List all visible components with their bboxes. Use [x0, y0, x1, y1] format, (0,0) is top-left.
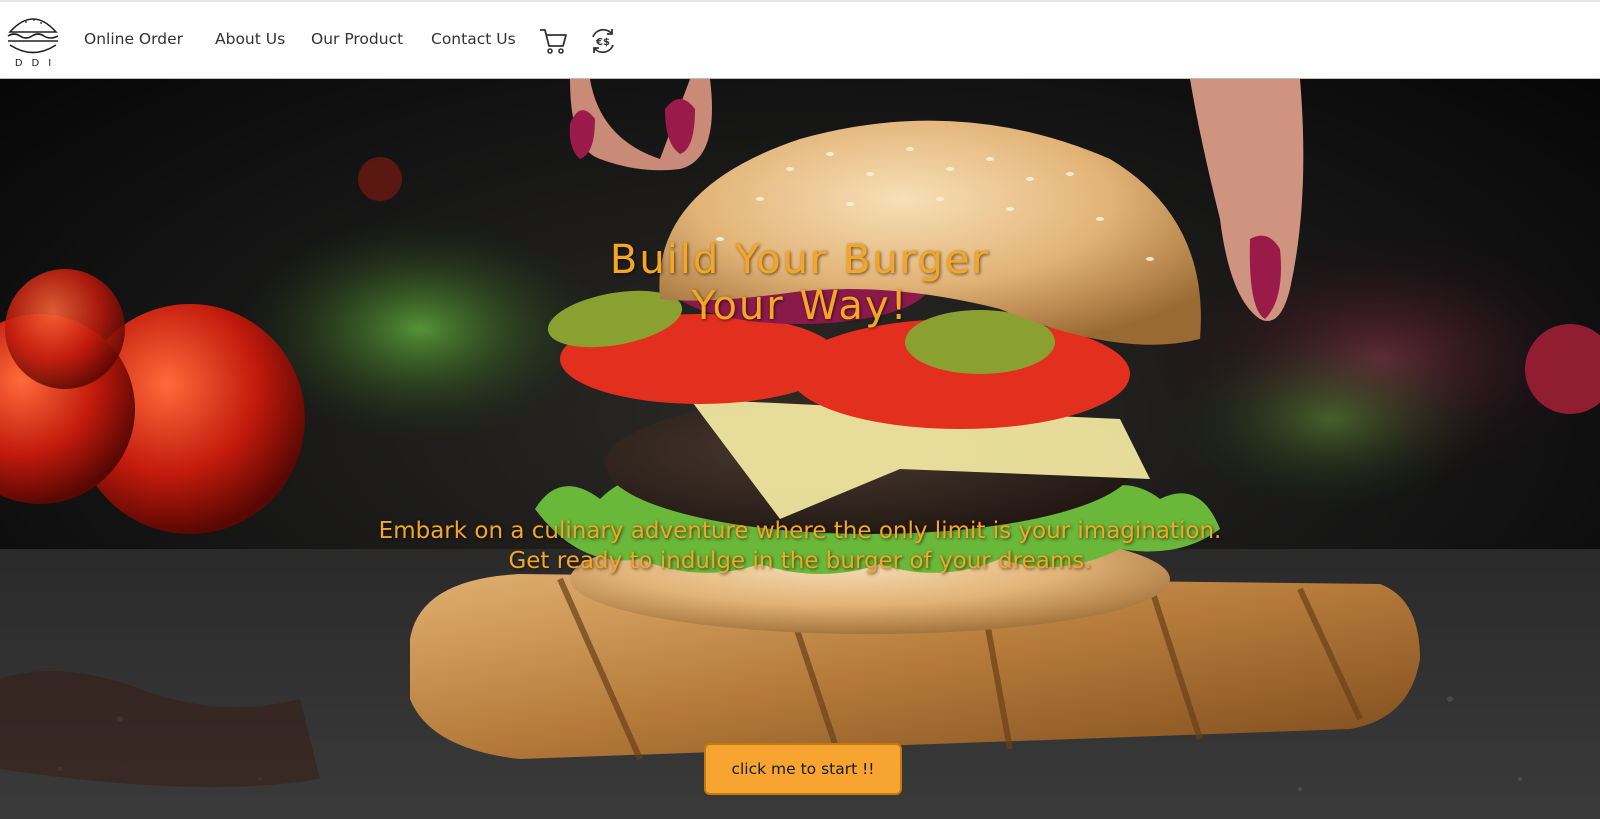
nav-our-product[interactable]: Our Product	[311, 30, 403, 48]
start-button[interactable]: click me to start !!	[704, 743, 902, 795]
logo-text: DDI	[14, 58, 61, 69]
nav-contact-us[interactable]: Contact Us	[431, 30, 516, 48]
currency-exchange-icon[interactable]: €$	[588, 26, 618, 56]
hero-title-line-1: Build Your Burger	[609, 237, 991, 283]
hero-subtitle: Embark on a culinary adventure where the…	[0, 516, 1600, 576]
burger-logo-icon	[7, 18, 59, 54]
hero-section: Build Your Burger Your Way! Embark on a …	[0, 79, 1600, 819]
hero-burger-image	[0, 79, 1600, 819]
hero-title-line-2: Your Way!	[691, 283, 909, 329]
currency-label: €$	[595, 37, 610, 48]
nav-about-us[interactable]: About Us	[215, 30, 285, 48]
hero-subtitle-line-1: Embark on a culinary adventure where the…	[378, 518, 1222, 544]
hero-subtitle-line-2: Get ready to indulge in the burger of yo…	[508, 548, 1092, 574]
nav-online-order[interactable]: Online Order	[84, 30, 183, 48]
navbar: DDI Online Order About Us Our Product Co…	[0, 0, 1600, 79]
hero-title: Build Your Burger Your Way!	[0, 237, 1600, 329]
cart-icon[interactable]	[538, 26, 568, 56]
logo[interactable]: DDI	[4, 12, 62, 72]
